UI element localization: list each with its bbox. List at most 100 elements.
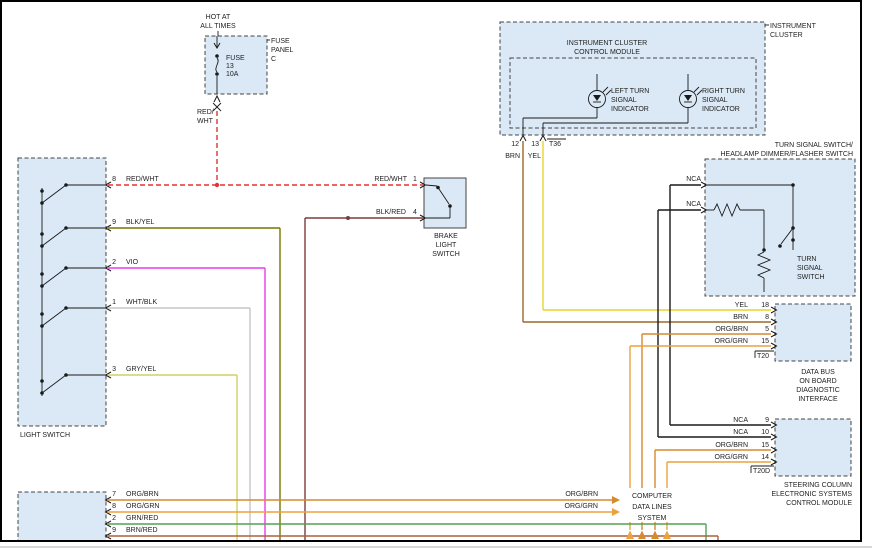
- pin-number: 3: [112, 366, 116, 373]
- wire-label: YEL: [735, 302, 748, 309]
- left-indicator-label: LEFT TURN: [611, 88, 649, 95]
- wire-label: ORG/GRN: [715, 338, 748, 345]
- wire-label: GRY/YEL: [126, 366, 156, 373]
- wire-label: ORG/BRN: [126, 491, 159, 498]
- steering-module-label: ELECTRONIC SYSTEMS: [771, 491, 852, 498]
- connector-label: T36: [549, 141, 561, 148]
- cdl-system-label: DATA LINES: [632, 504, 672, 511]
- cluster-outer-label: CLUSTER: [770, 32, 803, 39]
- wire-label-red-wht: RED/: [197, 109, 214, 116]
- light-switch-label: LIGHT SWITCH: [20, 432, 70, 439]
- data-bus-label: DATA BUS: [801, 369, 835, 376]
- hot-at-label: HOT AT: [206, 14, 231, 21]
- light-switch-box: [18, 158, 111, 426]
- contact-dot: [448, 204, 452, 208]
- data-bus-label: DIAGNOSTIC: [796, 387, 840, 394]
- wire-label: BRN: [733, 314, 748, 321]
- connector-label: T20D: [753, 468, 770, 475]
- wire-label: NCA: [686, 201, 701, 208]
- wire-label: RED/WHT: [374, 176, 407, 183]
- pin-number: 9: [112, 219, 116, 226]
- pin-number: 1: [413, 176, 417, 183]
- cluster-title: CONTROL MODULE: [574, 49, 640, 56]
- pin-number: 9: [112, 527, 116, 534]
- right-indicator-label: INDICATOR: [702, 106, 740, 113]
- wire-label: ORG/GRN: [565, 503, 598, 510]
- wire-label: WHT/BLK: [126, 299, 157, 306]
- cdl-system-label: SYSTEM: [638, 515, 667, 522]
- pin-number: 12: [511, 141, 519, 148]
- fuse-terminal-dot: [215, 72, 219, 76]
- brake-switch-label: BRAKE: [434, 233, 458, 240]
- cluster-title: INSTRUMENT CLUSTER: [567, 40, 647, 47]
- wire-label: ORG/BRN: [565, 491, 598, 498]
- pin-number: 10: [761, 429, 769, 436]
- wire-label: VIO: [126, 259, 139, 266]
- pin-number: 8: [765, 314, 769, 321]
- data-bus-label: INTERFACE: [798, 396, 838, 403]
- junction-dot: [346, 216, 350, 220]
- fuse-label: FUSE: [226, 55, 245, 62]
- pin-number: 5: [765, 326, 769, 333]
- wire-label: NCA: [686, 176, 701, 183]
- fuse-panel-label: FUSE: [271, 38, 290, 45]
- pin-number: 7: [112, 491, 116, 498]
- cdl-system-label: COMPUTER: [632, 493, 672, 500]
- wire-label: BRN/RED: [126, 527, 158, 534]
- turn-switch-title: HEADLAMP DIMMER/FLASHER SWITCH: [721, 151, 854, 158]
- pin-number: 14: [761, 454, 769, 461]
- wire-label: BLK/RED: [376, 209, 406, 216]
- wiring-diagram-canvas: HOT AT ALL TIMES FUSE PANEL C FUSE 13 10…: [0, 0, 872, 548]
- turn-switch-inner-label: SWITCH: [797, 274, 825, 281]
- contact-dot: [436, 186, 440, 190]
- turn-signal-switch-box: [701, 159, 855, 296]
- cluster-outer-label: INSTRUMENT: [770, 23, 817, 30]
- wire-label: NCA: [733, 417, 748, 424]
- pin-number: 2: [112, 515, 116, 522]
- turn-switch-inner-label: SIGNAL: [797, 265, 823, 272]
- turn-switch-title: TURN SIGNAL SWITCH/: [775, 142, 853, 149]
- junction-dot: [215, 183, 219, 187]
- pin-number: 13: [531, 141, 539, 148]
- pin-number: 15: [761, 338, 769, 345]
- brake-switch-label: SWITCH: [432, 251, 460, 258]
- fuse-panel-label: C: [271, 56, 276, 63]
- right-indicator-label: RIGHT TURN: [702, 88, 745, 95]
- pin-number: 4: [413, 209, 417, 216]
- fuse-panel-label: PANEL: [271, 47, 294, 54]
- connector-label: T20: [757, 353, 769, 360]
- wire-label: ORG/BRN: [715, 326, 748, 333]
- steering-module-label: CONTROL MODULE: [786, 500, 852, 507]
- wire-label: BRN: [505, 153, 520, 160]
- fuse-label: 10A: [226, 71, 239, 78]
- pin-number: 8: [112, 503, 116, 510]
- pin-number: 9: [765, 417, 769, 424]
- wire-label: ORG/GRN: [715, 454, 748, 461]
- left-indicator-label: SIGNAL: [611, 97, 637, 104]
- right-indicator-label: SIGNAL: [702, 97, 728, 104]
- fuse-label: 13: [226, 63, 234, 70]
- pin-number: 15: [761, 442, 769, 449]
- turn-switch-inner-label: TURN: [797, 256, 816, 263]
- wire-label: YEL: [528, 153, 541, 160]
- bottom-module-box: [18, 492, 111, 548]
- brake-switch-label: LIGHT: [436, 242, 457, 249]
- data-bus-label: ON BOARD: [799, 378, 836, 385]
- wire-label: NCA: [733, 429, 748, 436]
- pin-number: 1: [112, 299, 116, 306]
- wire-label-red-wht: WHT: [197, 118, 214, 125]
- wire-label: ORG/GRN: [126, 503, 159, 510]
- pin-number: 8: [112, 176, 116, 183]
- fuse-terminal-dot: [215, 54, 219, 58]
- wire-label: BLK/YEL: [126, 219, 155, 226]
- wire-label: ORG/BRN: [715, 442, 748, 449]
- pin-number: 18: [761, 302, 769, 309]
- wiring-diagram-page: HOT AT ALL TIMES FUSE PANEL C FUSE 13 10…: [0, 0, 872, 548]
- left-indicator-label: INDICATOR: [611, 106, 649, 113]
- wire-label: GRN/RED: [126, 515, 158, 522]
- hot-at-label: ALL TIMES: [200, 23, 236, 30]
- steering-module-label: STEERING COLUMN: [784, 482, 852, 489]
- pin-number: 2: [112, 259, 116, 266]
- wire-label: RED/WHT: [126, 176, 159, 183]
- brake-light-switch-box: [420, 178, 466, 228]
